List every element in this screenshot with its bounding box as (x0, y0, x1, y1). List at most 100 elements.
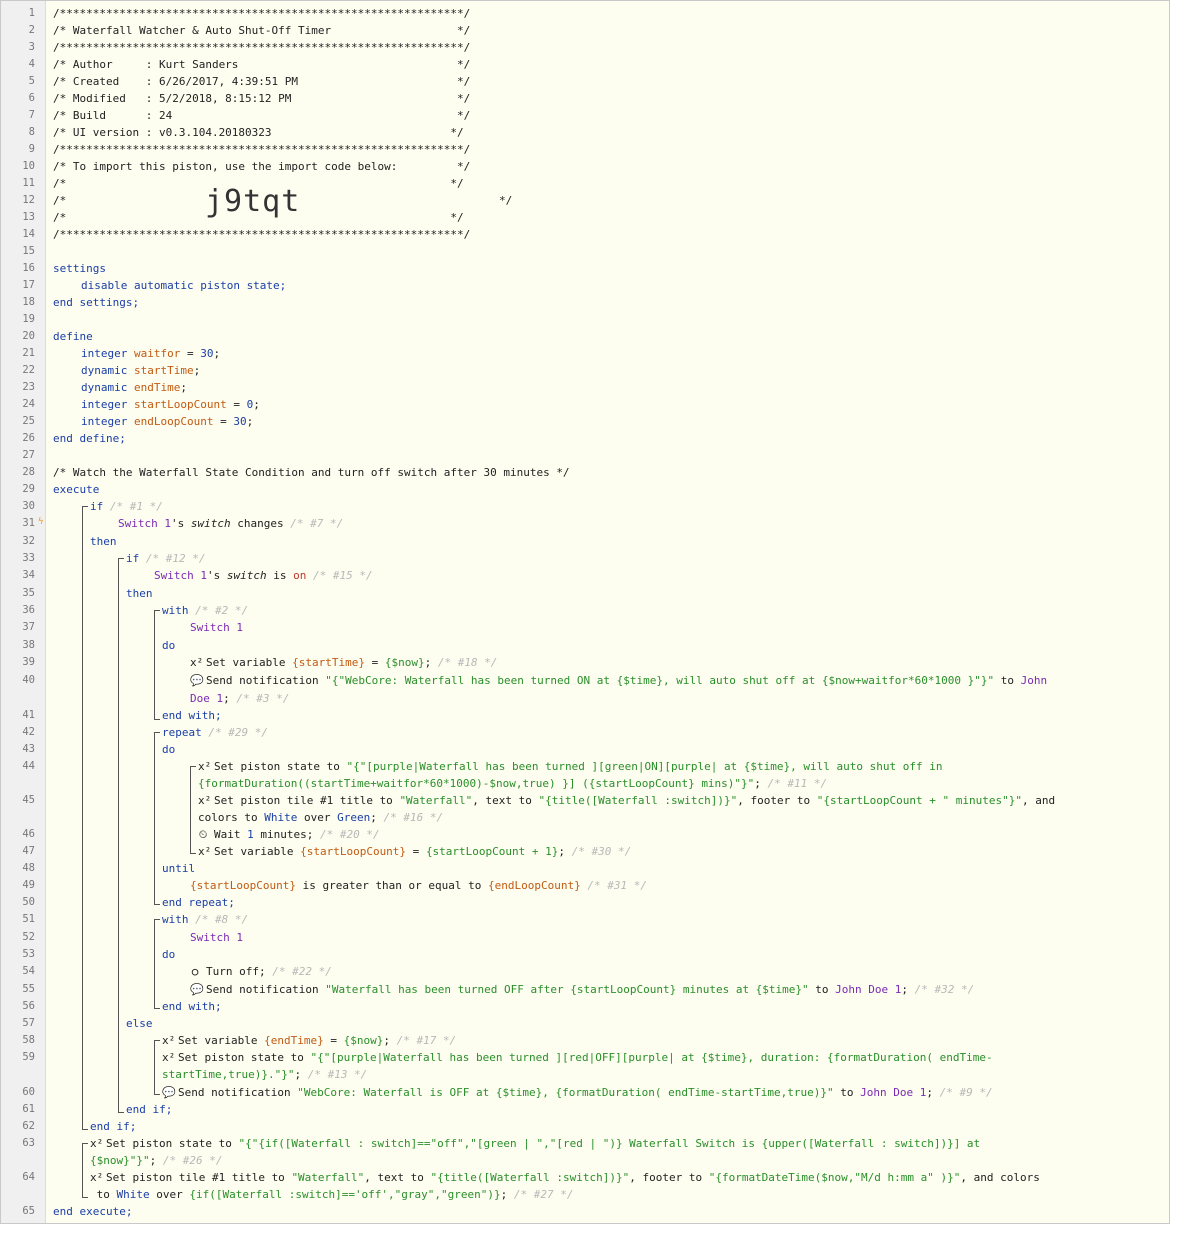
set-variable-task[interactable]: x² Set variable {startTime} = {$now}; /* … (190, 654, 497, 671)
set-variable-task[interactable]: x² Set variable {endTime} = {$now}; /* #1… (162, 1032, 456, 1049)
line-number: 59 (22, 1051, 35, 1063)
line-number: 60 (22, 1086, 35, 1098)
if-statement[interactable]: if /* #12 */ (126, 550, 205, 567)
line-number: 56 (22, 1000, 35, 1012)
line-number: 35 (22, 587, 35, 599)
variable-type: integer (81, 415, 128, 428)
line-number: 54 (22, 965, 35, 977)
set-piston-tile-task[interactable]: x² Set piston tile #1 title to "Waterfall… (90, 1169, 1040, 1186)
line-number: 8 (28, 126, 35, 138)
variable-type: dynamic (81, 364, 128, 377)
statement-bracket (82, 1143, 88, 1198)
set-piston-state-task[interactable]: x² Set piston state to "{"[purple|Waterfa… (162, 1049, 993, 1066)
line-number: 31 (22, 517, 35, 529)
if-bracket (82, 506, 88, 1130)
line-number: 65 (22, 1205, 35, 1217)
header-stars: /***************************************… (53, 228, 471, 241)
with-statement[interactable]: with /* #8 */ (162, 911, 248, 928)
with-bracket (154, 919, 160, 1009)
variable-icon: x² (162, 1051, 176, 1064)
send-notification-task[interactable]: 💬 Send notification "Waterfall has been t… (190, 981, 974, 998)
repeat-statement[interactable]: repeat /* #29 */ (162, 724, 268, 741)
line-number: 38 (22, 639, 35, 651)
header-comment-close: */ (499, 194, 513, 207)
device-switch-1[interactable]: Switch 1 (190, 929, 243, 946)
turn-off-task[interactable]: ○ Turn off; /* #22 */ (190, 963, 332, 980)
set-piston-tile-task[interactable]: x² Set piston tile #1 title to "Waterfall… (198, 792, 1055, 809)
set-piston-state-task[interactable]: x² Set piston state to "{"{if([Waterfall … (90, 1135, 980, 1152)
line-number: 9 (28, 143, 35, 155)
trigger-condition[interactable]: Switch 1's switch changes /* #7 */ (118, 515, 343, 532)
power-icon: ○ (191, 965, 199, 978)
line-number: 53 (22, 948, 35, 960)
do-keyword: do (162, 948, 176, 961)
line-number: 51 (22, 913, 35, 925)
set-variable-task[interactable]: x² Set variable {startLoopCount} = {start… (198, 843, 631, 860)
line-gutter: 1 2 3 4 5 6 7 8 9 10 11 12 13 14 15 16 17 18 19 20 21 22 23 24 2… (1, 1, 46, 1223)
line-number: 22 (22, 364, 35, 376)
header-created: /* Created : 6/26/2017, 4:39:51 PM */ (53, 75, 471, 88)
variable-icon: x² (90, 1137, 104, 1150)
line-number: 3 (28, 41, 35, 53)
wait-icon: ⏲ (198, 828, 208, 841)
line-number: 47 (22, 845, 35, 857)
line-number: 42 (22, 726, 35, 738)
variable-declaration[interactable]: integer startLoopCount = 0; (81, 396, 260, 413)
header-import-hint: /* To import this piston, use the import… (53, 160, 471, 173)
line-number: 17 (22, 279, 35, 291)
line-number: 4 (28, 58, 35, 70)
line-number: 37 (22, 621, 35, 633)
line-number: 33 (22, 552, 35, 564)
header-author: /* Author : Kurt Sanders */ (53, 58, 471, 71)
else-bracket (154, 1040, 160, 1095)
send-notification-task[interactable]: 💬 Send notification "WebCore: Waterfall i… (162, 1084, 993, 1101)
set-piston-state-task[interactable]: x² Set piston state to "{"[purple|Waterfa… (198, 758, 942, 775)
condition[interactable]: Switch 1's switch is on /* #15 */ (154, 567, 373, 584)
device-switch-1[interactable]: Switch 1 (190, 619, 243, 636)
variable-declaration[interactable]: integer endLoopCount = 30; (81, 413, 253, 430)
do-keyword: do (162, 639, 176, 652)
repeat-bracket (154, 732, 160, 905)
line-number: 40 (22, 674, 35, 686)
line-number: 13 (22, 211, 35, 223)
with-statement[interactable]: with /* #2 */ (162, 602, 248, 619)
line-number: 16 (22, 262, 35, 274)
variable-type: integer (81, 347, 128, 360)
line-number: 41 (22, 709, 35, 721)
variable-icon: x² (198, 760, 212, 773)
settings-body: disable automatic piston state; (81, 279, 287, 292)
end-if-keyword: end if; (90, 1120, 137, 1133)
line-number: 20 (22, 330, 35, 342)
end-define-keyword: end define; (53, 432, 126, 445)
line-number: 32 (22, 535, 35, 547)
if-statement[interactable]: if /* #1 */ (90, 498, 163, 515)
variable-icon: x² (190, 656, 204, 669)
end-settings-keyword: end settings; (53, 296, 140, 309)
line-number: 2 (28, 24, 35, 36)
set-piston-state-task-cont: {$now}"}"; /* #26 */ (90, 1154, 223, 1167)
main-comment: /* Watch the Waterfall State Condition a… (53, 466, 570, 479)
header-modified: /* Modified : 5/2/2018, 8:15:12 PM */ (53, 92, 471, 105)
line-number: 48 (22, 862, 35, 874)
variable-icon: x² (198, 845, 212, 858)
line-number: 18 (22, 296, 35, 308)
header-build: /* Build : 24 */ (53, 109, 471, 122)
line-number: 55 (22, 983, 35, 995)
then-keyword: then (126, 587, 153, 600)
code-editor: 1 2 3 4 5 6 7 8 9 10 11 12 13 14 15 16 17 18 19 20 21 22 23 24 2… (0, 0, 1170, 1224)
line-number: 19 (22, 313, 35, 325)
variable-icon: x² (90, 1171, 104, 1184)
variable-declaration[interactable]: dynamic endTime; (81, 379, 187, 396)
line-number: 24 (22, 398, 35, 410)
line-number: 45 (22, 794, 35, 806)
line-number: 27 (22, 449, 35, 461)
variable-declaration[interactable]: dynamic startTime; (81, 362, 200, 379)
line-number: 1 (28, 7, 35, 19)
variable-declaration[interactable]: integer waitfor = 30; (81, 345, 220, 362)
notification-icon: 💬 (190, 674, 204, 687)
line-number: 26 (22, 432, 35, 444)
until-condition[interactable]: {startLoopCount} is greater than or equa… (190, 877, 647, 894)
wait-task[interactable]: ⏲ Wait 1 minutes; /* #20 */ (198, 826, 380, 843)
line-number: 46 (22, 828, 35, 840)
send-notification-task[interactable]: 💬 Send notification "{"WebCore: Waterfall… (190, 672, 1047, 689)
